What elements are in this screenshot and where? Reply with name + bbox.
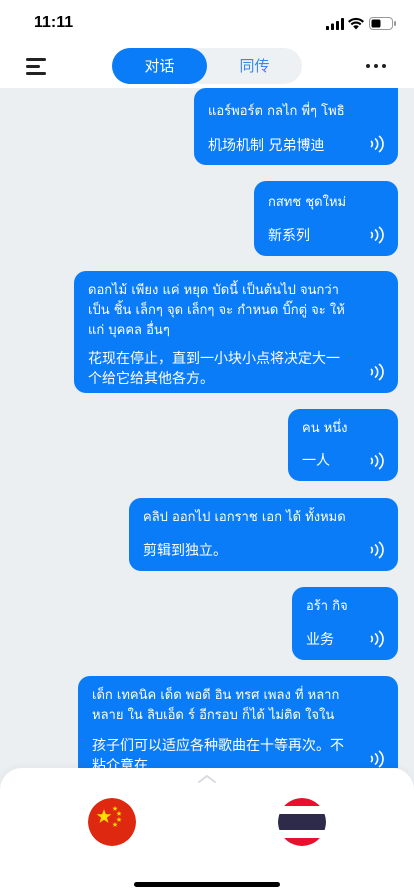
home-indicator [134,882,280,887]
tab-dialogue[interactable]: 对话 [112,48,207,84]
menu-icon-line [26,72,46,75]
message-source-text: คลิป ออกไป เอกราช เอก ได้ ทั้งหมด [143,510,346,525]
chat-list[interactable]: แอร์พอร์ต กลไก พี่ๆ โพธิ 机场机制 兄弟博迪 กสทช … [0,88,414,768]
speaker-icon[interactable] [368,135,386,153]
message-translation-text: 一人 [302,453,330,469]
message-source-text: หลาย ใน ลิบเอ็ด ร์ อีกรอบ ก็ได้ ไม่ติด ใ… [92,708,335,723]
battery-icon [369,17,396,30]
more-icon-dot [374,64,378,68]
speaker-icon[interactable] [368,750,386,768]
language-panel [0,768,414,896]
message-source-text: เป็น ชิ้น เล็กๆ จุด เล็กๆ จะ กำหนด บิ๊กต… [88,303,345,318]
wifi-icon [348,17,364,30]
message-translation-text: 花现在停止，直到一小块小点将决定大一 [88,351,340,367]
status-time: 11:11 [34,14,74,31]
message-source-text: เด็ก เทคนิค เด็ด พอดี อิน ทรศ เพลง ที่ ห… [92,688,340,703]
message-source-text: ดอกไม้ เพียง แค่ หยุด บัดนี้ เป็นต้นไป จ… [88,283,339,298]
message-bubble[interactable]: อร้า กิจ 业务 [292,587,398,660]
more-options-button[interactable] [366,64,388,70]
message-bubble[interactable]: แอร์พอร์ต กลไก พี่ๆ โพธิ 机场机制 兄弟博迪 [194,88,398,165]
menu-icon-line [26,58,46,61]
chevron-up-icon[interactable] [197,774,217,784]
speaker-icon[interactable] [368,630,386,648]
message-translation-text: 业务 [306,632,334,648]
more-icon-dot [366,64,370,68]
thailand-flag-icon[interactable] [278,798,326,846]
china-flag-icon[interactable] [88,798,136,846]
menu-button[interactable] [26,58,48,76]
status-bar: 11:11 [0,0,414,48]
message-translation-text: 粘介意在 [92,758,148,768]
message-translation-text: 机场机制 兄弟博迪 [208,138,325,154]
speaker-icon[interactable] [368,541,386,559]
mode-segmented-control: 对话 同传 [112,48,302,84]
message-translation-text: 个给它给其他各方。 [88,371,214,387]
speaker-icon[interactable] [368,452,386,470]
message-bubble[interactable]: คน หนึ่ง 一人 [288,409,398,481]
message-source-text: อร้า กิจ [306,599,348,614]
message-translation-text: 剪辑到独立。 [143,543,227,559]
menu-icon-line [26,65,40,68]
message-source-text: กสทช ชุดใหม่ [268,195,347,210]
speaker-icon[interactable] [368,363,386,381]
message-source-text: คน หนึ่ง [302,421,348,436]
message-bubble[interactable]: คลิป ออกไป เอกราช เอก ได้ ทั้งหมด 剪辑到独立。 [129,498,398,571]
message-source-text: แก่ บุคคล อื่นๆ [88,323,170,338]
more-icon-dot [382,64,386,68]
message-source-text: แอร์พอร์ต กลไก พี่ๆ โพธิ [208,104,345,119]
message-bubble[interactable]: ดอกไม้ เพียง แค่ หยุด บัดนี้ เป็นต้นไป จ… [74,271,398,393]
message-bubble[interactable]: กสทช ชุดใหม่ 新系列 [254,181,398,256]
nav-bar: 对话 同传 [0,48,414,88]
speaker-icon[interactable] [368,226,386,244]
tab-simultaneous[interactable]: 同传 [207,48,302,84]
message-translation-text: 孩子们可以适应各种歌曲在十等再次。不 [92,738,344,754]
message-translation-text: 新系列 [268,228,310,244]
cellular-signal-icon [326,18,344,30]
message-bubble[interactable]: เด็ก เทคนิค เด็ด พอดี อิน ทรศ เพลง ที่ ห… [78,676,398,768]
